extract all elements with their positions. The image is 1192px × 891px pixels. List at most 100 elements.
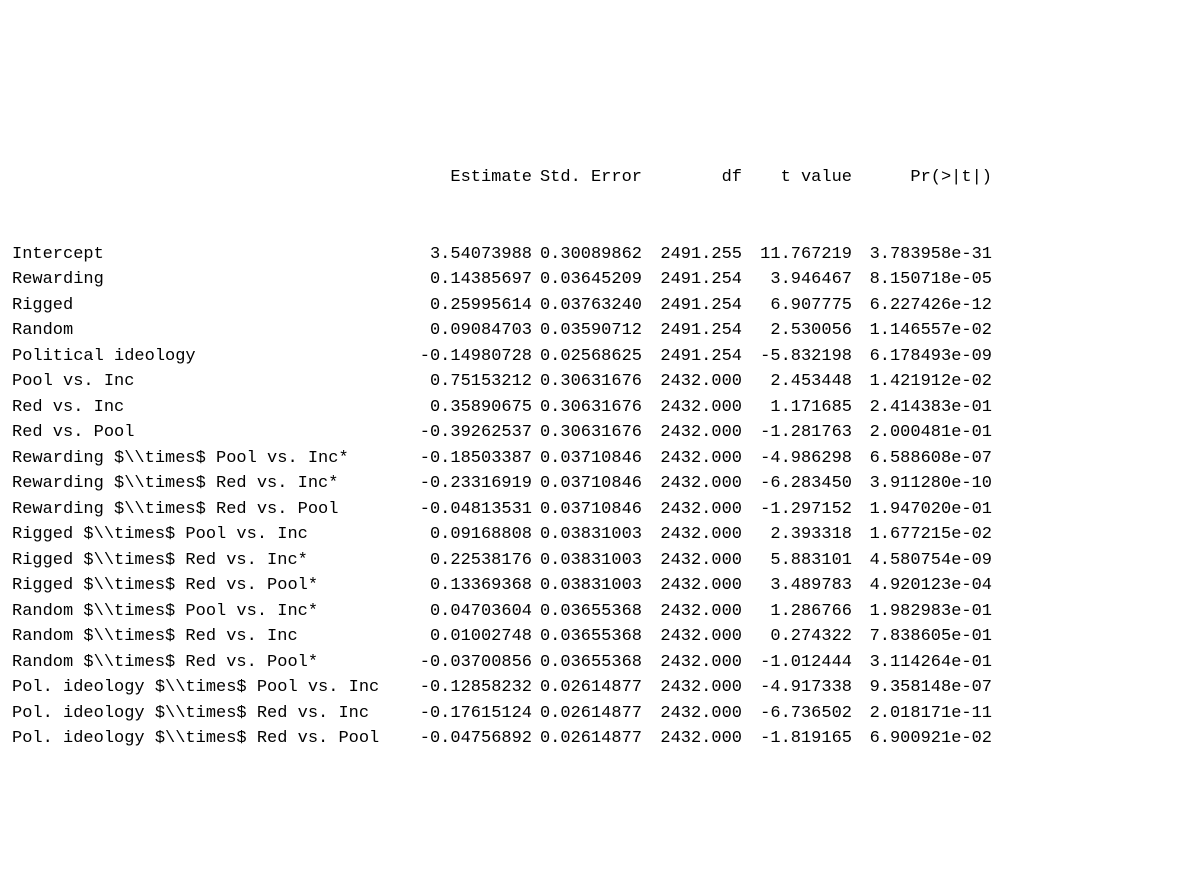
table-row: Rigged $\\times$ Red vs. Pool*0.13369368… [12, 573, 992, 599]
row-df: 2432.000 [642, 675, 742, 701]
row-label: Rewarding $\\times$ Pool vs. Inc* [12, 446, 412, 472]
row-df: 2432.000 [642, 624, 742, 650]
row-estimate: -0.39262537 [412, 420, 532, 446]
row-t-value: 1.171685 [742, 395, 852, 421]
row-std-error: 0.03763240 [532, 293, 642, 319]
row-estimate: -0.14980728 [412, 344, 532, 370]
row-df: 2491.254 [642, 318, 742, 344]
row-estimate: 3.54073988 [412, 242, 532, 268]
row-std-error: 0.30631676 [532, 369, 642, 395]
row-estimate: 0.01002748 [412, 624, 532, 650]
header-t-value: t value [742, 165, 852, 191]
row-label: Pol. ideology $\\times$ Red vs. Inc [12, 701, 412, 727]
row-p-value: 4.580754e-09 [852, 548, 992, 574]
row-p-value: 9.358148e-07 [852, 675, 992, 701]
row-label: Pol. ideology $\\times$ Pool vs. Inc [12, 675, 412, 701]
row-label: Rigged $\\times$ Pool vs. Inc [12, 522, 412, 548]
regression-output-table: Estimate Std. Error df t value Pr(>|t|) … [12, 114, 992, 777]
row-df: 2432.000 [642, 369, 742, 395]
row-std-error: 0.03645209 [532, 267, 642, 293]
row-estimate: -0.12858232 [412, 675, 532, 701]
row-p-value: 1.982983e-01 [852, 599, 992, 625]
row-label: Rewarding [12, 267, 412, 293]
row-estimate: -0.17615124 [412, 701, 532, 727]
row-t-value: 11.767219 [742, 242, 852, 268]
table-row: Rigged0.259956140.037632402491.2546.9077… [12, 293, 992, 319]
row-df: 2432.000 [642, 395, 742, 421]
row-label: Red vs. Inc [12, 395, 412, 421]
row-p-value: 3.783958e-31 [852, 242, 992, 268]
row-estimate: 0.25995614 [412, 293, 532, 319]
row-t-value: -1.281763 [742, 420, 852, 446]
row-t-value: 3.489783 [742, 573, 852, 599]
row-t-value: -6.736502 [742, 701, 852, 727]
row-df: 2432.000 [642, 548, 742, 574]
header-estimate: Estimate [412, 165, 532, 191]
row-t-value: -6.283450 [742, 471, 852, 497]
row-label: Random $\\times$ Red vs. Pool* [12, 650, 412, 676]
row-std-error: 0.03831003 [532, 522, 642, 548]
row-df: 2432.000 [642, 446, 742, 472]
row-p-value: 6.178493e-09 [852, 344, 992, 370]
table-row: Random $\\times$ Red vs. Pool*-0.0370085… [12, 650, 992, 676]
row-t-value: 2.393318 [742, 522, 852, 548]
row-label: Random $\\times$ Red vs. Inc [12, 624, 412, 650]
row-std-error: 0.03710846 [532, 497, 642, 523]
row-t-value: -4.917338 [742, 675, 852, 701]
table-row: Red vs. Inc0.358906750.306316762432.0001… [12, 395, 992, 421]
row-p-value: 3.911280e-10 [852, 471, 992, 497]
row-label: Random $\\times$ Pool vs. Inc* [12, 599, 412, 625]
row-std-error: 0.02568625 [532, 344, 642, 370]
row-p-value: 6.227426e-12 [852, 293, 992, 319]
row-df: 2491.254 [642, 267, 742, 293]
row-df: 2491.254 [642, 344, 742, 370]
table-row: Rewarding $\\times$ Red vs. Inc*-0.23316… [12, 471, 992, 497]
row-t-value: 5.883101 [742, 548, 852, 574]
table-row: Random0.090847030.035907122491.2542.5300… [12, 318, 992, 344]
row-label: Intercept [12, 242, 412, 268]
row-label: Rigged [12, 293, 412, 319]
row-std-error: 0.02614877 [532, 675, 642, 701]
row-estimate: 0.13369368 [412, 573, 532, 599]
row-t-value: -1.819165 [742, 726, 852, 752]
row-df: 2432.000 [642, 726, 742, 752]
row-std-error: 0.03710846 [532, 471, 642, 497]
row-label: Rewarding $\\times$ Red vs. Pool [12, 497, 412, 523]
row-estimate: -0.04813531 [412, 497, 532, 523]
row-std-error: 0.02614877 [532, 726, 642, 752]
row-std-error: 0.03655368 [532, 624, 642, 650]
row-p-value: 2.414383e-01 [852, 395, 992, 421]
table-row: Pol. ideology $\\times$ Red vs. Pool-0.0… [12, 726, 992, 752]
row-estimate: -0.18503387 [412, 446, 532, 472]
row-df: 2432.000 [642, 420, 742, 446]
row-df: 2432.000 [642, 650, 742, 676]
table-row: Intercept3.540739880.300898622491.25511.… [12, 242, 992, 268]
row-t-value: 3.946467 [742, 267, 852, 293]
row-label: Rewarding $\\times$ Red vs. Inc* [12, 471, 412, 497]
row-label: Random [12, 318, 412, 344]
row-t-value: -1.297152 [742, 497, 852, 523]
row-std-error: 0.03655368 [532, 650, 642, 676]
row-std-error: 0.03831003 [532, 548, 642, 574]
row-p-value: 1.146557e-02 [852, 318, 992, 344]
header-pr: Pr(>|t|) [852, 165, 992, 191]
row-std-error: 0.03590712 [532, 318, 642, 344]
table-row: Random $\\times$ Pool vs. Inc*0.04703604… [12, 599, 992, 625]
row-std-error: 0.03710846 [532, 446, 642, 472]
row-estimate: -0.23316919 [412, 471, 532, 497]
row-t-value: 2.453448 [742, 369, 852, 395]
row-estimate: 0.75153212 [412, 369, 532, 395]
row-t-value: 2.530056 [742, 318, 852, 344]
row-estimate: 0.14385697 [412, 267, 532, 293]
header-std-error: Std. Error [532, 165, 642, 191]
row-estimate: 0.09084703 [412, 318, 532, 344]
row-std-error: 0.30631676 [532, 420, 642, 446]
row-t-value: 0.274322 [742, 624, 852, 650]
row-label: Political ideology [12, 344, 412, 370]
row-std-error: 0.03831003 [532, 573, 642, 599]
row-p-value: 1.421912e-02 [852, 369, 992, 395]
row-t-value: -1.012444 [742, 650, 852, 676]
row-label: Pool vs. Inc [12, 369, 412, 395]
row-df: 2432.000 [642, 497, 742, 523]
row-p-value: 6.900921e-02 [852, 726, 992, 752]
